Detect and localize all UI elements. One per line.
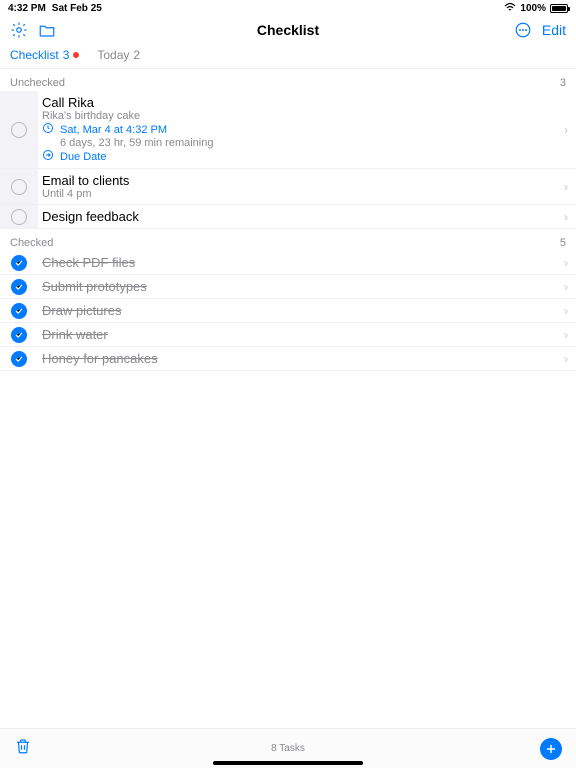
task-row[interactable]: Honey for pancakes › [0, 347, 576, 371]
chevron-right-icon: › [564, 123, 576, 137]
task-row[interactable]: Design feedback › [0, 205, 576, 229]
arrow-icon [42, 149, 54, 164]
tab-checklist-label: Checklist [10, 48, 59, 62]
nav-bar: Checklist Edit [0, 16, 576, 44]
section-header-unchecked: Unchecked 3 [0, 69, 576, 91]
tab-today-label: Today [97, 48, 129, 62]
task-title: Email to clients [42, 173, 558, 188]
task-title: Submit prototypes [42, 279, 558, 294]
unread-dot [73, 52, 79, 58]
task-row[interactable]: Drink water › [0, 323, 576, 347]
tab-today[interactable]: Today 2 [97, 48, 140, 62]
task-row[interactable]: Submit prototypes › [0, 275, 576, 299]
checkbox-unchecked[interactable] [11, 179, 27, 195]
task-schedule: Sat, Mar 4 at 4:32 PM [60, 124, 167, 136]
add-button[interactable] [540, 738, 562, 760]
checkbox-checked[interactable] [11, 255, 27, 271]
chevron-right-icon: › [564, 328, 576, 342]
task-title: Check PDF files [42, 255, 558, 270]
checkbox-unchecked[interactable] [11, 122, 27, 138]
chevron-right-icon: › [564, 304, 576, 318]
section-unchecked-title: Unchecked [10, 77, 65, 89]
trash-button[interactable] [14, 737, 32, 760]
task-title: Draw pictures [42, 303, 558, 318]
wifi-icon [504, 2, 516, 15]
chevron-right-icon: › [564, 210, 576, 224]
task-count: 8 Tasks [0, 743, 576, 754]
checkbox-unchecked[interactable] [11, 209, 27, 225]
bottom-bar: 8 Tasks [0, 728, 576, 768]
checkbox-checked[interactable] [11, 279, 27, 295]
chevron-right-icon: › [564, 280, 576, 294]
tab-checklist[interactable]: Checklist 3 [10, 48, 79, 62]
task-duedate: Due Date [60, 151, 106, 163]
battery-percent: 100% [520, 3, 546, 14]
task-subtitle: Until 4 pm [42, 188, 558, 200]
task-row[interactable]: Email to clients Until 4 pm › [0, 169, 576, 205]
settings-button[interactable] [10, 21, 28, 39]
battery-icon [550, 4, 568, 13]
edit-button[interactable]: Edit [542, 22, 566, 38]
clock-icon [42, 122, 54, 137]
section-unchecked-count: 3 [560, 77, 566, 89]
checkbox-checked[interactable] [11, 327, 27, 343]
section-header-checked: Checked 5 [0, 229, 576, 251]
task-row[interactable]: Check PDF files › [0, 251, 576, 275]
folder-button[interactable] [38, 21, 56, 39]
more-button[interactable] [514, 21, 532, 39]
checkbox-checked[interactable] [11, 351, 27, 367]
task-title: Call Rika [42, 95, 558, 110]
chevron-right-icon: › [564, 180, 576, 194]
section-checked-count: 5 [560, 237, 566, 249]
chevron-right-icon: › [564, 256, 576, 270]
task-title: Drink water [42, 327, 558, 342]
task-subtitle: Rika's birthday cake [42, 110, 558, 122]
status-bar: 4:32 PM Sat Feb 25 100% [0, 0, 576, 16]
status-date: Sat Feb 25 [52, 3, 102, 14]
page-title: Checklist [0, 22, 576, 38]
task-title: Design feedback [42, 209, 558, 224]
home-indicator [213, 761, 363, 765]
task-row[interactable]: Call Rika Rika's birthday cake Sat, Mar … [0, 91, 576, 169]
task-remaining: 6 days, 23 hr, 59 min remaining [42, 137, 558, 149]
chevron-right-icon: › [564, 352, 576, 366]
status-time: 4:32 PM [8, 3, 46, 14]
task-row[interactable]: Draw pictures › [0, 299, 576, 323]
task-title: Honey for pancakes [42, 351, 558, 366]
segment-bar: Checklist 3 Today 2 [0, 44, 576, 69]
section-checked-title: Checked [10, 237, 53, 249]
checkbox-checked[interactable] [11, 303, 27, 319]
tab-today-count: 2 [133, 48, 140, 62]
tab-checklist-count: 3 [63, 48, 70, 62]
